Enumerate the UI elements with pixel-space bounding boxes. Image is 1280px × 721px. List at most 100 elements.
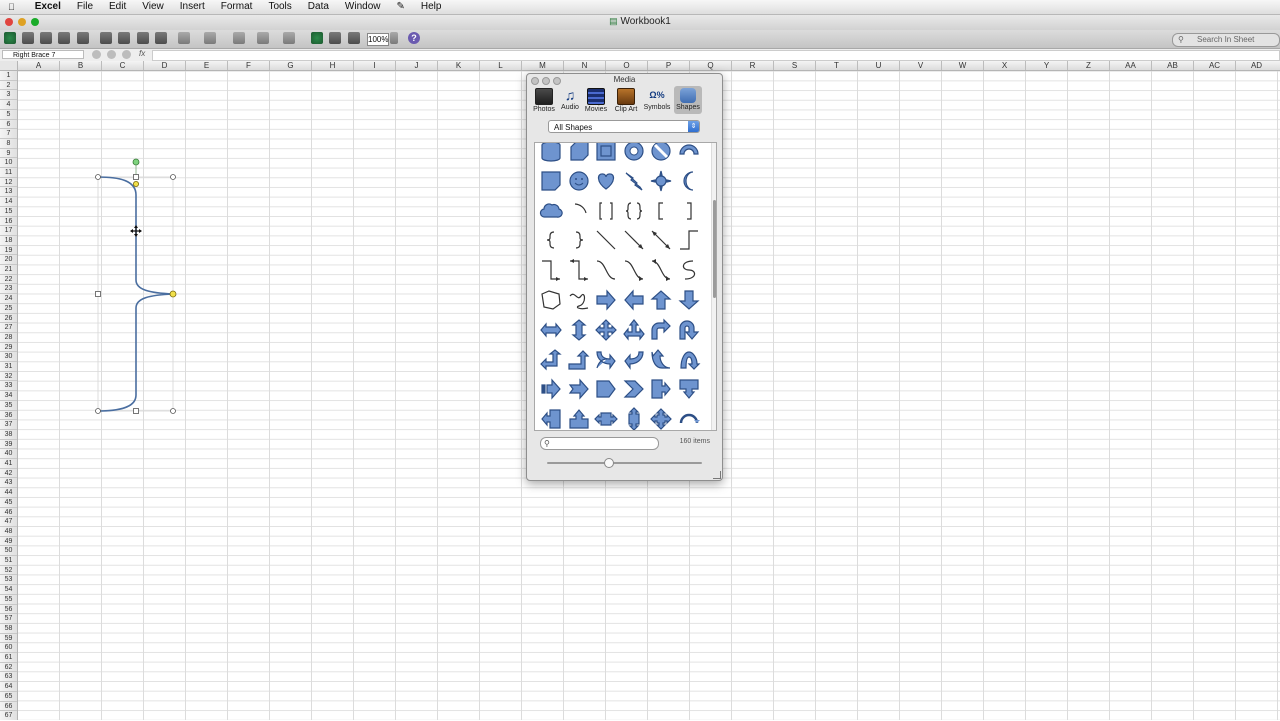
column-header[interactable]: L — [479, 61, 521, 70]
shape-elbow-connector-icon[interactable] — [675, 225, 703, 255]
row-header[interactable]: 42 — [0, 468, 17, 478]
menu-help[interactable]: Help — [413, 0, 450, 14]
row-header[interactable]: 54 — [0, 584, 17, 594]
column-header[interactable]: W — [941, 61, 983, 70]
row-header[interactable]: 20 — [0, 254, 17, 264]
menu-data[interactable]: Data — [300, 0, 337, 14]
shape-scribble-icon[interactable] — [565, 285, 593, 315]
copy-icon[interactable] — [118, 32, 130, 44]
shape-curved-double-arrow-connector-icon[interactable] — [647, 255, 675, 285]
row-header[interactable]: 10 — [0, 157, 17, 167]
shape-category-select[interactable]: All Shapes ⇕ — [548, 120, 700, 133]
column-header[interactable]: D — [143, 61, 185, 70]
shape-smiley-face-icon[interactable] — [565, 166, 593, 196]
column-header[interactable]: V — [899, 61, 941, 70]
shape-curved-left-arrow-icon[interactable] — [620, 345, 648, 375]
row-header[interactable]: 11 — [0, 167, 17, 177]
redo-icon[interactable] — [204, 32, 216, 44]
tab-symbols[interactable]: Ω% Symbols — [643, 86, 671, 114]
select-all-corner[interactable] — [0, 61, 18, 71]
media-palette[interactable]: Media Photos ♫ Audio Movies Clip Art Ω% … — [526, 73, 723, 481]
name-box[interactable]: Right Brace 7 — [2, 50, 84, 59]
cut-icon[interactable] — [100, 32, 112, 44]
row-header[interactable]: 1 — [0, 70, 17, 80]
formula-input[interactable] — [152, 50, 1280, 61]
row-header[interactable]: 38 — [0, 429, 17, 439]
row-header[interactable]: 60 — [0, 642, 17, 652]
row-header[interactable]: 45 — [0, 497, 17, 507]
shape-heart-icon[interactable] — [592, 166, 620, 196]
shape-block-arc-icon[interactable] — [675, 142, 703, 166]
shape-up-down-arrow-icon[interactable] — [565, 315, 593, 345]
row-header[interactable]: 59 — [0, 633, 17, 643]
row-header[interactable]: 41 — [0, 458, 17, 468]
row-header[interactable]: 15 — [0, 206, 17, 216]
row-header[interactable]: 30 — [0, 351, 17, 361]
row-header[interactable]: 26 — [0, 313, 17, 323]
row-header[interactable]: 52 — [0, 565, 17, 575]
row-header[interactable]: 48 — [0, 526, 17, 536]
shape-curved-connector-icon[interactable] — [592, 255, 620, 285]
row-header[interactable]: 32 — [0, 371, 17, 381]
gallery-icon[interactable] — [311, 32, 323, 44]
row-header[interactable]: 43 — [0, 477, 17, 487]
tab-clip-art[interactable]: Clip Art — [612, 86, 640, 114]
shape-s-curve-icon[interactable] — [675, 255, 703, 285]
row-header[interactable]: 61 — [0, 652, 17, 662]
zoom-field[interactable]: 100% — [367, 33, 389, 46]
column-header[interactable]: Z — [1067, 61, 1109, 70]
script-menu-icon[interactable]: ✎ — [389, 0, 413, 14]
row-header[interactable]: 40 — [0, 448, 17, 458]
shape-search-input[interactable]: ⚲ — [540, 437, 659, 450]
shape-double-arrow-connector-icon[interactable] — [647, 225, 675, 255]
toolbox-icon[interactable] — [329, 32, 341, 44]
row-header[interactable]: 56 — [0, 604, 17, 614]
row-header[interactable]: 6 — [0, 119, 17, 129]
shape-left-arrow-callout-icon[interactable] — [537, 404, 565, 431]
row-header[interactable]: 49 — [0, 536, 17, 546]
cancel-formula-icon[interactable] — [92, 50, 101, 59]
paste-icon[interactable] — [137, 32, 149, 44]
shape-straight-connector-icon[interactable] — [592, 225, 620, 255]
column-header[interactable]: M — [521, 61, 563, 70]
column-header[interactable]: X — [983, 61, 1025, 70]
shape-cube-icon[interactable] — [565, 142, 593, 166]
resize-grip[interactable] — [713, 471, 721, 479]
media-browser-icon[interactable] — [348, 32, 360, 44]
shape-freeform-icon[interactable] — [537, 285, 565, 315]
shape-curved-arrow-connector-icon[interactable] — [620, 255, 648, 285]
row-header[interactable]: 50 — [0, 545, 17, 555]
open-icon[interactable] — [40, 32, 52, 44]
shape-quad-arrow-icon[interactable] — [592, 315, 620, 345]
row-header[interactable]: 12 — [0, 177, 17, 187]
scrollbar-thumb[interactable] — [713, 200, 716, 298]
column-header[interactable]: AC — [1193, 61, 1235, 70]
column-header[interactable]: F — [227, 61, 269, 70]
row-header[interactable]: 34 — [0, 390, 17, 400]
format-painter-icon[interactable] — [155, 32, 167, 44]
shape-bent-up-arrow-icon[interactable] — [565, 345, 593, 375]
shape-right-arrow-icon[interactable] — [592, 285, 620, 315]
menu-window[interactable]: Window — [337, 0, 389, 14]
row-header[interactable]: 3 — [0, 89, 17, 99]
column-header[interactable]: A — [17, 61, 59, 70]
slider-knob[interactable] — [604, 458, 614, 468]
column-header[interactable]: Q — [689, 61, 731, 70]
column-header[interactable]: G — [269, 61, 311, 70]
shape-elbow-double-arrow-connector-icon[interactable] — [565, 255, 593, 285]
column-header[interactable]: U — [857, 61, 899, 70]
shape-pentagon-icon[interactable] — [592, 374, 620, 404]
menu-tools[interactable]: Tools — [260, 0, 299, 14]
shape-up-arrow-callout-icon[interactable] — [565, 404, 593, 431]
row-header[interactable]: 53 — [0, 574, 17, 584]
shape-striped-right-arrow-icon[interactable] — [537, 374, 565, 404]
shape-lightning-bolt-icon[interactable] — [620, 166, 648, 196]
apple-icon[interactable]:  — [0, 0, 23, 14]
shape-down-arrow-icon[interactable] — [675, 285, 703, 315]
menu-file[interactable]: File — [69, 0, 101, 14]
print-icon[interactable] — [77, 32, 89, 44]
shape-left-right-arrow-callout-icon[interactable] — [592, 404, 620, 431]
row-header[interactable]: 35 — [0, 400, 17, 410]
tab-movies[interactable]: Movies — [583, 86, 609, 114]
row-header[interactable]: 57 — [0, 613, 17, 623]
